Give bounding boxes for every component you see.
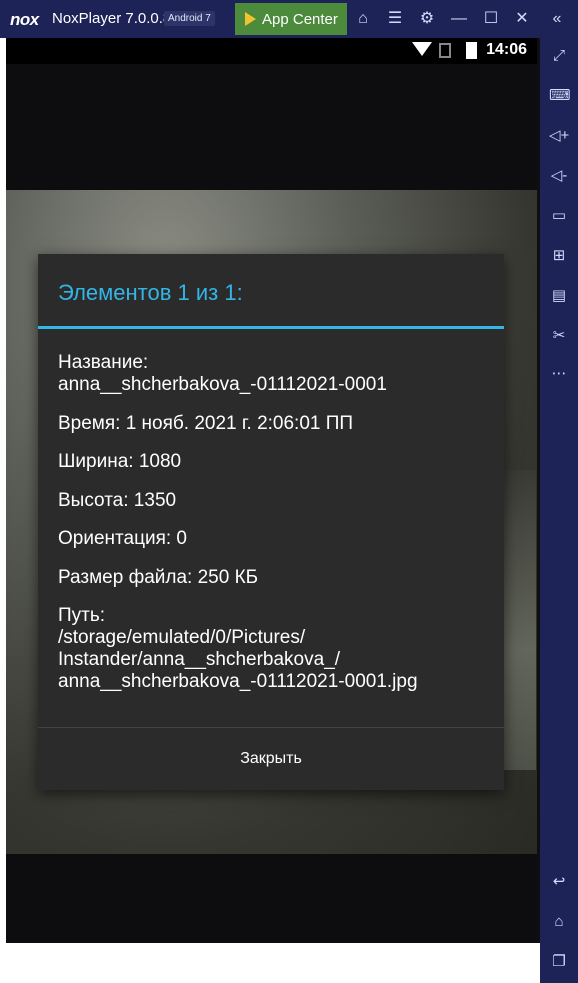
fullscreen-icon[interactable]: ⤢ [549,46,569,66]
app-center-button[interactable]: App Center [235,3,347,35]
play-store-icon [245,12,256,26]
detail-orientation: Ориентация: 0 [58,528,187,549]
app-title: NoxPlayer 7.0.0.8 [52,10,172,27]
shirt-icon[interactable]: ⌂ [353,9,373,29]
volume-up-icon[interactable]: ◁+ [549,126,569,146]
close-button[interactable]: Закрыть [38,728,504,790]
apk-install-icon[interactable]: ⊞ [549,246,569,266]
android-status-bar: 14:06 [6,38,537,64]
detail-height: Высота: 1350 [58,489,177,511]
battery-icon [466,42,477,59]
detail-file-size: Размер файла: 250 КБ [58,566,259,588]
close-icon[interactable]: ✕ [512,9,532,29]
nox-logo: nox [10,10,39,29]
detail-name: Название: anna__shcherbakova_-01112021-0… [58,352,387,395]
settings-icon[interactable]: ⚙ [417,9,437,29]
more-icon[interactable]: ⋯ [549,364,569,384]
status-time: 14:06 [486,41,527,58]
menu-icon[interactable]: ☰ [385,9,405,29]
background-window-bottom [0,943,540,983]
home-icon[interactable]: ⌂ [549,912,569,932]
nox-sidebar: ⤢ ⌨ ◁+ ◁- ▭ ⊞ ▤ ✂ ⋯ ↩ ⌂ ❐ [540,38,578,983]
android-version-badge: Android 7 [164,11,215,26]
screenshot-cut-icon[interactable]: ✂ [549,326,569,346]
details-list: Название: anna__shcherbakova_-01112021-0… [58,352,488,710]
detail-width: Ширина: 1080 [58,451,182,472]
no-sim-icon [439,43,451,58]
back-icon[interactable]: ↩ [549,872,569,892]
detail-time: Время: 1 нояб. 2021 г. 2:06:01 ПП [58,412,354,434]
screen-icon[interactable]: ▭ [549,206,569,226]
app-center-label: App Center [262,10,338,28]
minimize-icon[interactable]: — [449,9,469,29]
dialog-title-divider [38,326,504,329]
volume-down-icon[interactable]: ◁- [549,166,569,186]
details-dialog: Элементов 1 из 1: Название: anna__shcher… [38,254,504,790]
keyboard-icon[interactable]: ⌨ [549,86,571,106]
collapse-icon[interactable]: « [547,9,567,29]
multi-instance-icon[interactable]: ▤ [549,286,569,306]
dialog-title: Элементов 1 из 1: [58,280,243,305]
maximize-icon[interactable]: ☐ [481,9,501,29]
android-screen: 14:06 Элементов 1 из 1: Название: anna__… [6,38,537,943]
wifi-icon [412,42,432,56]
detail-path: Путь: /storage/emulated/0/Pictures/ Inst… [58,605,418,692]
window-titlebar: nox NoxPlayer 7.0.0.8 Android 7 App Cent… [0,0,578,38]
recent-apps-icon[interactable]: ❐ [549,952,569,972]
